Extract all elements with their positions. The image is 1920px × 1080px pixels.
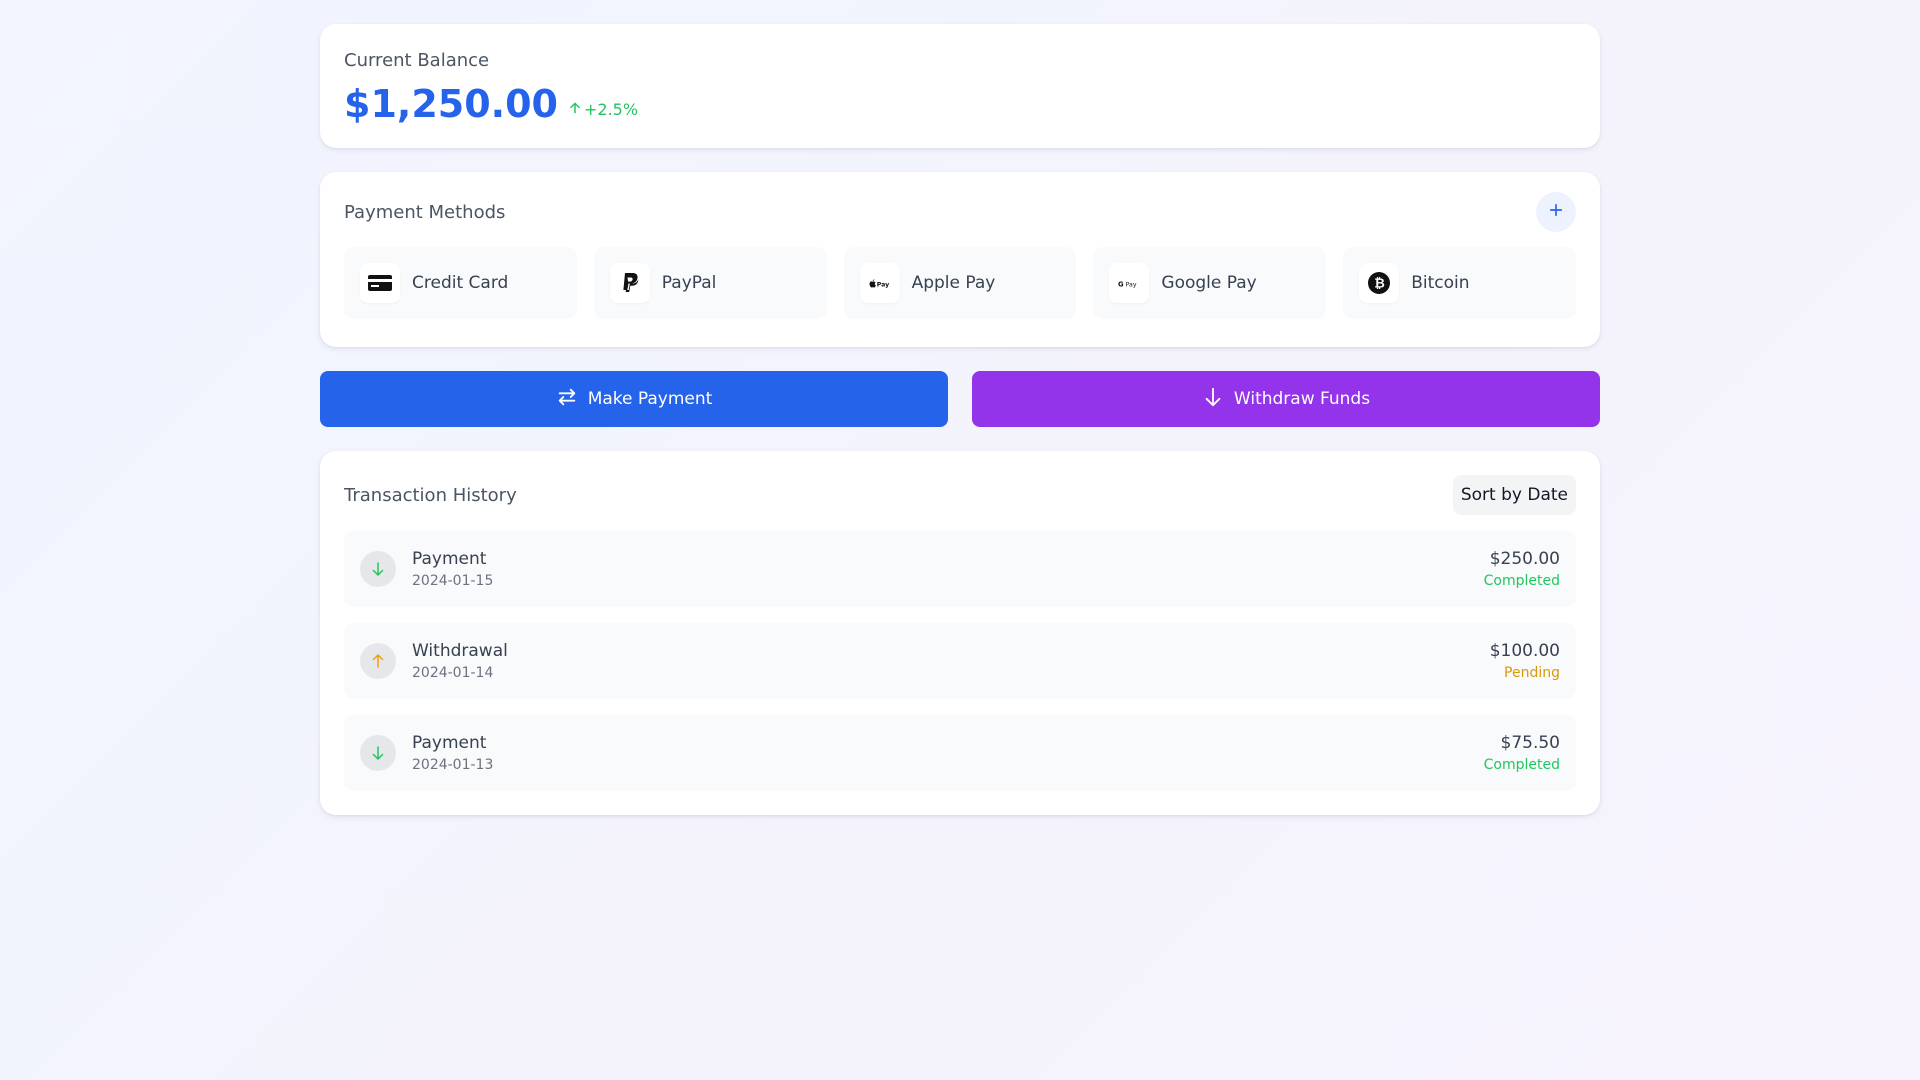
- payment-method-paypal[interactable]: PayPal: [593, 247, 827, 319]
- transaction-history-card: Transaction History Sort by Date Payment…: [320, 451, 1600, 815]
- svg-text:G: G: [1118, 280, 1124, 288]
- svg-text:Pay: Pay: [1126, 281, 1137, 288]
- transaction-amount: $100.00: [1489, 641, 1560, 661]
- transaction-type: Withdrawal: [412, 641, 508, 661]
- payment-method-label: Google Pay: [1161, 273, 1257, 293]
- svg-text:Pay: Pay: [876, 282, 888, 289]
- sort-by-date-button[interactable]: Sort by Date: [1452, 475, 1576, 515]
- payment-methods-list: Credit Card PayPal Pay Apple Pay G Pay Go…: [344, 247, 1576, 319]
- transaction-info: Payment 2024-01-13: [360, 733, 493, 773]
- transaction-type: Payment: [412, 733, 487, 753]
- bitcoin-icon: ₿: [1359, 263, 1400, 303]
- payment-dashboard: Current Balance $1,250.00 +2.5% Payment …: [320, 24, 1600, 815]
- transaction-info: Payment 2024-01-15: [360, 549, 493, 589]
- payment-method-label: Apple Pay: [911, 273, 996, 293]
- paypal-icon: [609, 263, 650, 303]
- payment-method-google-pay[interactable]: G Pay Google Pay: [1093, 247, 1327, 319]
- withdraw-funds-button[interactable]: Withdraw Funds: [972, 371, 1600, 427]
- payment-methods-header: Payment Methods: [344, 192, 1576, 232]
- transaction-summary: $100.00 Pending: [1490, 641, 1560, 681]
- withdraw-funds-label: Withdraw Funds: [1233, 389, 1371, 409]
- transaction-status: Completed: [1483, 757, 1560, 773]
- payment-methods-title: Payment Methods: [344, 201, 506, 223]
- transaction-history-title: Transaction History: [344, 484, 517, 506]
- arrow-down-icon: [1202, 386, 1234, 413]
- action-buttons: Make Payment Withdraw Funds: [320, 371, 1600, 427]
- apple-pay-icon: Pay: [859, 263, 900, 303]
- transaction-date: 2024-01-15: [412, 573, 494, 589]
- transaction-date: 2024-01-14: [412, 665, 494, 681]
- transaction-status: Completed: [1483, 573, 1560, 589]
- payment-method-label: PayPal: [661, 273, 717, 293]
- transaction-text: Payment 2024-01-13: [412, 733, 493, 773]
- balance-label: Current Balance: [344, 50, 490, 71]
- balance-card: Current Balance $1,250.00 +2.5%: [320, 24, 1600, 148]
- arrow-up-icon: [360, 643, 396, 679]
- svg-text:₿: ₿: [1374, 277, 1385, 292]
- transfer-arrows-icon: [556, 386, 588, 413]
- transaction-date: 2024-01-13: [412, 757, 494, 773]
- transaction-summary: $75.50 Completed: [1484, 733, 1560, 773]
- payment-method-bitcoin[interactable]: ₿ Bitcoin: [1343, 247, 1576, 319]
- make-payment-label: Make Payment: [587, 389, 713, 409]
- payment-method-credit-card[interactable]: Credit Card: [344, 247, 577, 319]
- transaction-amount: $250.00: [1489, 549, 1560, 569]
- transaction-row[interactable]: Withdrawal 2024-01-14 $100.00 Pending: [344, 623, 1576, 699]
- make-payment-button[interactable]: Make Payment: [320, 371, 948, 427]
- transaction-row[interactable]: Payment 2024-01-15 $250.00 Completed: [344, 531, 1576, 607]
- transaction-amount: $75.50: [1500, 733, 1560, 753]
- transaction-summary: $250.00 Completed: [1484, 549, 1560, 589]
- transaction-status: Pending: [1504, 665, 1560, 681]
- add-payment-method-button[interactable]: [1536, 192, 1576, 232]
- plus-icon: [1547, 201, 1565, 223]
- payment-method-apple-pay[interactable]: Pay Apple Pay: [843, 247, 1077, 319]
- transaction-history-header: Transaction History Sort by Date: [344, 475, 1576, 515]
- transaction-info: Withdrawal 2024-01-14: [360, 641, 508, 681]
- transaction-text: Payment 2024-01-15: [412, 549, 493, 589]
- transaction-type: Payment: [412, 549, 487, 569]
- transaction-row[interactable]: Payment 2024-01-13 $75.50 Completed: [344, 715, 1576, 791]
- arrow-down-icon: [360, 551, 396, 587]
- balance-change-value: +2.5%: [583, 100, 639, 119]
- arrow-up-icon: [568, 100, 584, 119]
- arrow-down-icon: [360, 735, 396, 771]
- payment-methods-card: Payment Methods Credit Card PayPal Pay A…: [320, 172, 1600, 347]
- balance-row: $1,250.00 +2.5%: [344, 81, 1576, 127]
- balance-amount: $1,250.00: [344, 82, 558, 126]
- payment-method-label: Bitcoin: [1411, 273, 1470, 293]
- payment-method-label: Credit Card: [412, 273, 509, 293]
- google-pay-icon: G Pay: [1109, 263, 1150, 303]
- transaction-text: Withdrawal 2024-01-14: [412, 641, 508, 681]
- balance-change: +2.5%: [568, 100, 638, 119]
- credit-card-icon: [360, 263, 400, 303]
- transaction-list: Payment 2024-01-15 $250.00 Completed Wit…: [344, 531, 1576, 791]
